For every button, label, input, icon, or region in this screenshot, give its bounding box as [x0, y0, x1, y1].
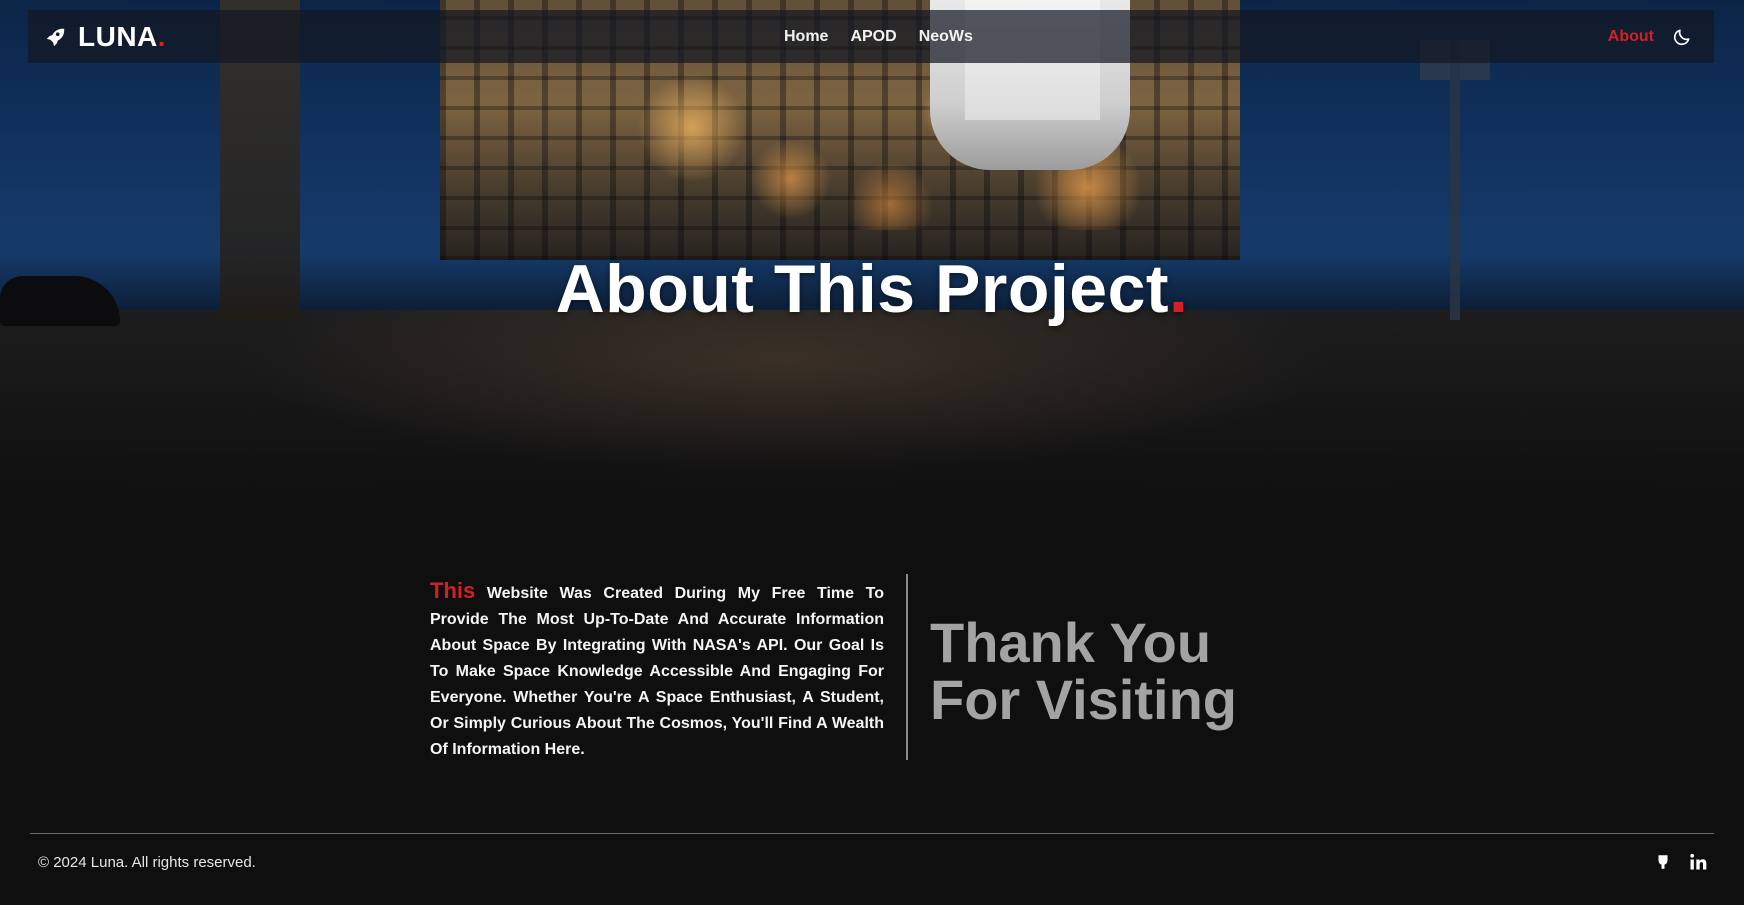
thanks-line-1: Thank You [930, 611, 1212, 674]
nav-links: Home APOD NeoWs [784, 10, 973, 63]
nav-link-home[interactable]: Home [784, 28, 828, 46]
brand-logo[interactable]: LUNA. [44, 21, 166, 53]
about-paragraph: This Website Was Created During My Free … [430, 578, 884, 763]
nav-right: About [1608, 10, 1692, 63]
nav-link-about[interactable]: About [1608, 28, 1654, 46]
footer-divider [30, 833, 1714, 834]
vertical-divider [906, 574, 908, 760]
thank-you-heading: Thank You For Visiting [930, 614, 1310, 728]
thanks-line-2: For Visiting [930, 668, 1237, 731]
nav-link-apod[interactable]: APOD [850, 28, 896, 46]
linkedin-icon[interactable] [1688, 852, 1708, 872]
brand-dot: . [157, 20, 167, 52]
navbar: LUNA. Home APOD NeoWs About [28, 10, 1714, 63]
moon-icon[interactable] [1672, 27, 1692, 47]
launch-pad-ground [0, 310, 1744, 560]
rocket-icon [44, 26, 66, 48]
page-title: About This Project. [555, 251, 1189, 327]
github-icon[interactable] [1654, 852, 1674, 872]
copyright-text: © 2024 Luna. All rights reserved. [38, 854, 256, 871]
about-body: Website Was Created During My Free Time … [430, 585, 884, 758]
about-lead-word: This [430, 578, 476, 603]
title-dot: . [1169, 251, 1189, 327]
nav-link-neows[interactable]: NeoWs [919, 28, 973, 46]
footer-social-icons [1654, 852, 1708, 872]
brand-name: LUNA. [78, 20, 167, 52]
